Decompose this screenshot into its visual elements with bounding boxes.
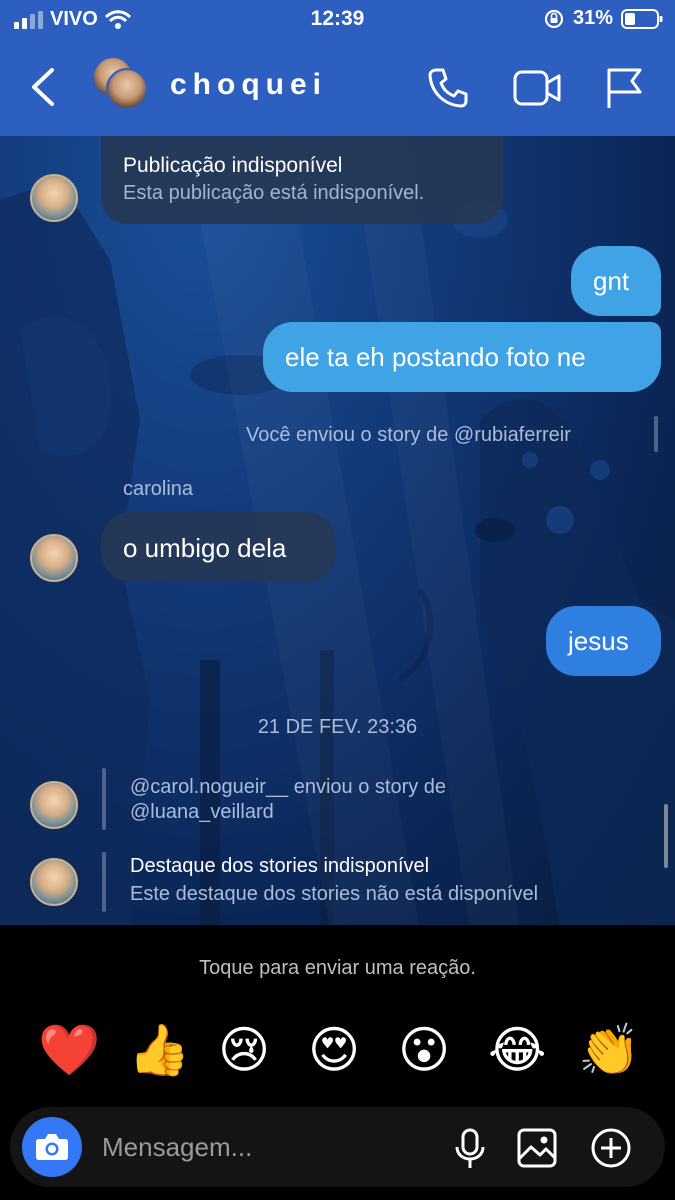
incoming-message[interactable]: o umbigo dela [101,512,336,582]
outgoing-message[interactable]: gnt [571,246,661,316]
story-sent-label[interactable]: Você enviou o story de @rubiaferreir [246,424,571,447]
message-text: o umbigo dela [123,533,287,563]
reaction-crying[interactable]: 😢 [218,1020,270,1080]
message-text: ele ta eh postando foto ne [285,342,586,372]
reaction-thumbs-up[interactable]: 👍 [128,1020,190,1080]
phone-icon[interactable] [426,66,470,110]
chat-header: choquei [0,38,675,136]
sender-name: carolina [123,478,194,500]
highlight-unavailable[interactable]: Destaque dos stories indisponível Este d… [130,852,538,908]
message-composer [10,1107,665,1187]
story-forward-text[interactable]: @carol.nogueir__ enviou o story de @luan… [130,775,446,825]
video-camera-icon[interactable] [512,66,562,110]
unavailable-post-title: Publicação indisponível [123,154,343,177]
message-text: jesus [568,626,629,656]
microphone-icon[interactable] [452,1127,488,1171]
scrollbar[interactable] [664,804,668,868]
reaction-hint: Toque para enviar uma reação. [199,957,476,979]
reaction-heart[interactable]: ❤️ [38,1020,100,1080]
camera-icon [36,1134,68,1160]
avatar[interactable] [30,174,78,222]
story-forward-line2: @luana_veillard [130,801,274,823]
unavailable-post-subtitle: Esta publicação está indisponível. [123,182,425,204]
reaction-clapping[interactable]: 👏 [578,1020,640,1080]
highlight-subtitle: Este destaque dos stories não está dispo… [130,883,539,905]
gallery-icon[interactable] [516,1127,558,1169]
reply-indicator [102,852,106,912]
reaction-surprised[interactable]: 😮 [398,1020,450,1080]
status-bar: VIVO 12:39 31% [0,0,675,38]
avatar[interactable] [30,781,78,829]
story-forward-line1: @carol.nogueir__ enviou o story de [130,776,447,798]
message-text: gnt [593,266,630,296]
reaction-laughing[interactable]: 😂 [488,1020,546,1080]
battery-percent: 31% [572,7,613,29]
story-indicator [654,416,658,452]
outgoing-message[interactable]: ele ta eh postando foto ne [263,322,661,392]
message-input[interactable] [102,1127,422,1167]
reaction-heart-eyes[interactable]: 😍 [308,1020,360,1080]
reaction-panel: Toque para enviar uma reação. ❤️ 👍 😢 😍 😮… [0,925,675,1200]
back-chevron-icon[interactable] [28,66,58,108]
add-icon[interactable] [590,1127,632,1169]
group-avatar[interactable] [92,56,154,118]
battery-icon [621,8,663,29]
battery-group: 31% [543,7,663,30]
unavailable-post-bubble[interactable]: Publicação indisponível Esta publicação … [101,136,503,224]
reply-indicator [102,768,106,830]
avatar[interactable] [30,858,78,906]
flag-icon[interactable] [604,66,644,110]
avatar[interactable] [30,534,78,582]
rotation-lock-icon [544,9,564,28]
highlight-title: Destaque dos stories indisponível [130,855,430,877]
avatar [106,68,148,110]
date-separator: 21 DE FEV. 23:36 [257,716,418,738]
camera-button[interactable] [22,1117,82,1177]
outgoing-message[interactable]: jesus [546,606,661,676]
chat-title[interactable]: choquei [170,68,327,102]
